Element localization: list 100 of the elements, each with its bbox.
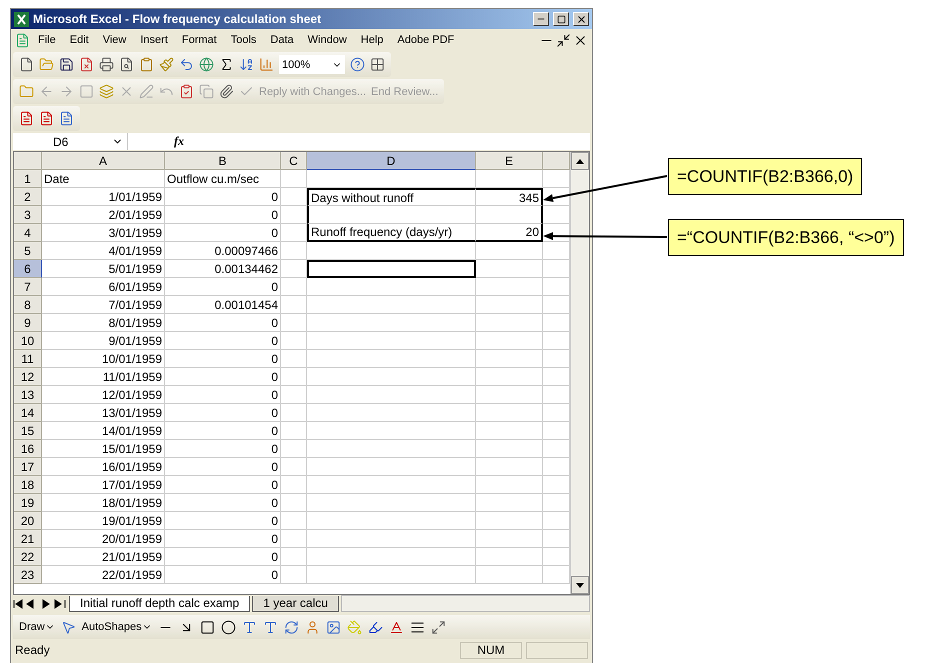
table-cell bbox=[281, 494, 307, 512]
row-header[interactable]: 23 bbox=[14, 566, 42, 584]
table-cell bbox=[281, 242, 307, 260]
rectangle-icon[interactable] bbox=[200, 620, 215, 634]
workbook-icon[interactable] bbox=[15, 32, 30, 48]
preview-icon[interactable] bbox=[119, 57, 134, 72]
clip-art-icon[interactable] bbox=[304, 620, 320, 634]
table-cell bbox=[281, 512, 307, 530]
row-header[interactable]: 13 bbox=[14, 386, 42, 404]
menu-item[interactable]: Adobe PDF bbox=[391, 32, 460, 48]
row-header[interactable]: 20 bbox=[14, 512, 42, 530]
draw-menu[interactable]: Draw bbox=[19, 621, 55, 633]
row-header[interactable]: 5 bbox=[14, 242, 42, 260]
row-header[interactable]: 22 bbox=[14, 548, 42, 566]
row-header[interactable]: 1 bbox=[14, 170, 42, 188]
oval-icon[interactable] bbox=[220, 620, 236, 634]
table-cell: 0 bbox=[165, 278, 281, 296]
menu-item[interactable]: Tools bbox=[224, 32, 262, 48]
menu-item[interactable]: Help bbox=[354, 32, 390, 48]
clipboard-icon[interactable] bbox=[139, 57, 154, 72]
sheet-tab[interactable]: 1 year calcu bbox=[252, 596, 339, 612]
column-header[interactable]: D bbox=[307, 152, 476, 170]
pdf-icon[interactable] bbox=[19, 111, 34, 126]
row-header[interactable]: 2 bbox=[14, 188, 42, 206]
column-header[interactable]: E bbox=[476, 152, 543, 170]
menu-item[interactable]: Format bbox=[176, 32, 223, 48]
help-icon[interactable] bbox=[350, 57, 365, 72]
line-style-icon[interactable] bbox=[410, 620, 425, 634]
row-header[interactable]: 3 bbox=[14, 206, 42, 224]
zoom-field[interactable]: 100% bbox=[279, 55, 345, 74]
row-header[interactable]: 11 bbox=[14, 350, 42, 368]
line-color-icon[interactable] bbox=[368, 620, 383, 634]
table-cell: 1/01/1959 bbox=[42, 188, 165, 206]
name-box[interactable]: D6 bbox=[13, 133, 128, 150]
table-cell bbox=[476, 368, 543, 386]
function-label[interactable]: fx bbox=[174, 134, 184, 149]
dash-style-icon[interactable] bbox=[430, 620, 446, 634]
row-header[interactable]: 8 bbox=[14, 296, 42, 314]
column-header[interactable]: B bbox=[165, 152, 281, 170]
wordart-icon[interactable] bbox=[262, 620, 278, 634]
brush-icon[interactable] bbox=[159, 57, 174, 72]
column-header[interactable]: C bbox=[281, 152, 307, 170]
file-icon[interactable] bbox=[79, 57, 94, 72]
save-icon[interactable] bbox=[59, 57, 74, 72]
table-cell: 20 bbox=[476, 224, 543, 242]
menu-item[interactable]: View bbox=[96, 32, 132, 48]
close-button[interactable] bbox=[573, 12, 589, 26]
globe-icon[interactable] bbox=[199, 57, 214, 72]
row-header[interactable]: 7 bbox=[14, 278, 42, 296]
row-header[interactable]: 4 bbox=[14, 224, 42, 242]
pointer-icon[interactable] bbox=[60, 620, 76, 634]
row-header[interactable]: 15 bbox=[14, 422, 42, 440]
active-cell[interactable] bbox=[307, 260, 476, 278]
maximize-icon bbox=[556, 14, 566, 24]
fill-color-icon[interactable] bbox=[346, 620, 362, 634]
print-icon[interactable] bbox=[99, 57, 114, 72]
row-header[interactable]: 17 bbox=[14, 458, 42, 476]
sheet-navigation-icon[interactable] bbox=[13, 598, 67, 608]
scroll-down-button[interactable] bbox=[571, 576, 589, 594]
paperclip-icon[interactable] bbox=[219, 84, 234, 99]
row-header[interactable]: 14 bbox=[14, 404, 42, 422]
column-header[interactable]: A bbox=[42, 152, 165, 170]
pdf-icon[interactable] bbox=[59, 111, 74, 126]
row-header[interactable]: 10 bbox=[14, 332, 42, 350]
menu-item[interactable]: Window bbox=[302, 32, 353, 48]
text-box-icon[interactable] bbox=[242, 620, 257, 634]
borders-icon[interactable] bbox=[370, 57, 385, 72]
diagram-icon[interactable] bbox=[284, 620, 299, 634]
table-cell bbox=[281, 260, 307, 278]
new-file-icon[interactable] bbox=[19, 57, 34, 72]
maximize-button[interactable] bbox=[553, 12, 569, 26]
row-header[interactable]: 9 bbox=[14, 314, 42, 332]
image-icon[interactable] bbox=[326, 620, 341, 634]
sort-icon[interactable] bbox=[239, 57, 254, 72]
chart-icon[interactable] bbox=[259, 57, 274, 72]
menu-item[interactable]: Data bbox=[264, 32, 300, 48]
row-header[interactable]: 16 bbox=[14, 440, 42, 458]
menu-item[interactable]: File bbox=[32, 32, 62, 48]
table-cell: 7/01/1959 bbox=[42, 296, 165, 314]
checklist-icon[interactable] bbox=[179, 84, 194, 99]
row-header[interactable]: 12 bbox=[14, 368, 42, 386]
row-header[interactable]: 18 bbox=[14, 476, 42, 494]
autoshapes-menu[interactable]: AutoShapes bbox=[82, 621, 152, 633]
minimize-button[interactable] bbox=[533, 12, 549, 26]
row-header[interactable]: 6 bbox=[14, 260, 42, 278]
font-color-icon[interactable] bbox=[388, 620, 404, 634]
table-cell: 17/01/1959 bbox=[42, 476, 165, 494]
pdf-icon[interactable] bbox=[39, 111, 54, 126]
undo-icon[interactable] bbox=[179, 57, 194, 72]
table-cell: 18/01/1959 bbox=[42, 494, 165, 512]
row-header[interactable]: 19 bbox=[14, 494, 42, 512]
table-cell: 19/01/1959 bbox=[42, 512, 165, 530]
sheet-tab[interactable]: Initial runoff depth calc examp bbox=[69, 596, 250, 612]
menu-item[interactable]: Insert bbox=[134, 32, 174, 48]
horizontal-scrollbar[interactable] bbox=[340, 595, 590, 612]
menu-item[interactable]: Edit bbox=[64, 32, 95, 48]
row-header[interactable]: 21 bbox=[14, 530, 42, 548]
restore-icon[interactable] bbox=[556, 32, 571, 48]
close-icon bbox=[576, 14, 586, 24]
scroll-up-button[interactable] bbox=[571, 152, 589, 170]
